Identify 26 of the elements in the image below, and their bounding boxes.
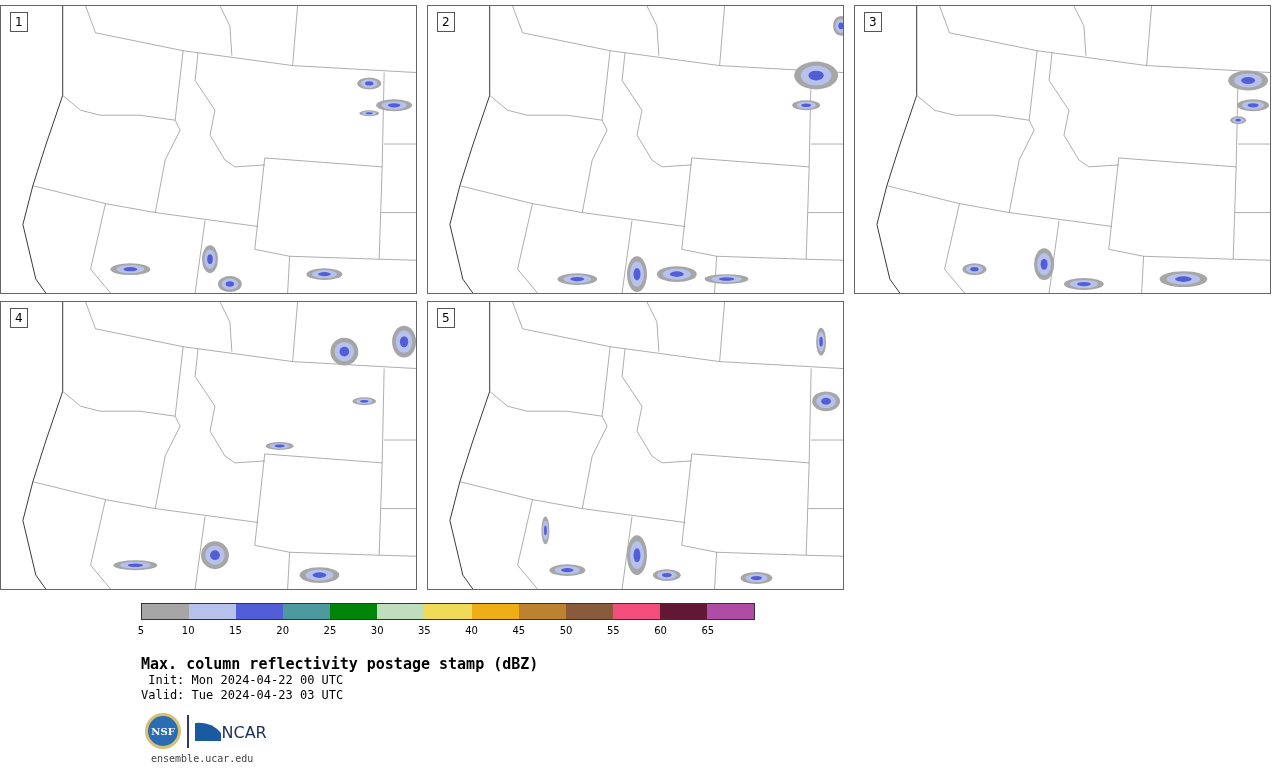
panel-number: 1: [10, 12, 28, 32]
colorbar-tick-label: 45: [512, 625, 526, 637]
valid-time: Valid: Tue 2024-04-23 03 UTC: [141, 688, 345, 703]
colorbar-tick-label: 50: [559, 625, 573, 637]
chart-title: Max. column reflectivity postage stamp (dBZ): [141, 655, 540, 673]
colorbar-tick-label: 15: [229, 625, 242, 637]
colorbar-tick-label: 60: [654, 625, 667, 637]
colorbar-tick-label: 10: [181, 625, 195, 637]
colorbar-tick-label: 30: [370, 625, 384, 637]
init-time: Init: Mon 2024-04-22 00 UTC: [147, 673, 345, 688]
colorbar-tick-label: 35: [418, 625, 431, 637]
colorbar-tick-label: 25: [323, 625, 337, 637]
swoosh-icon: [194, 721, 221, 741]
panel-number: 3: [864, 12, 882, 32]
seal-text: NSF: [151, 724, 175, 739]
colorbar-tick-label: 40: [465, 625, 478, 637]
panel-number: 2: [437, 12, 455, 32]
panel-number: 4: [10, 308, 28, 328]
panel-number: 5: [437, 308, 455, 328]
colorbar-tick-label: 20: [276, 625, 290, 637]
logo-divider: [187, 714, 189, 748]
website-url: ensemble.ucar.edu: [151, 752, 255, 766]
colorbar-tick-label: 55: [606, 625, 620, 637]
colorbar-tick-label: 5: [137, 625, 145, 637]
colorbar-tick-label: 65: [701, 625, 715, 637]
wordmark: NCAR: [221, 725, 267, 741]
